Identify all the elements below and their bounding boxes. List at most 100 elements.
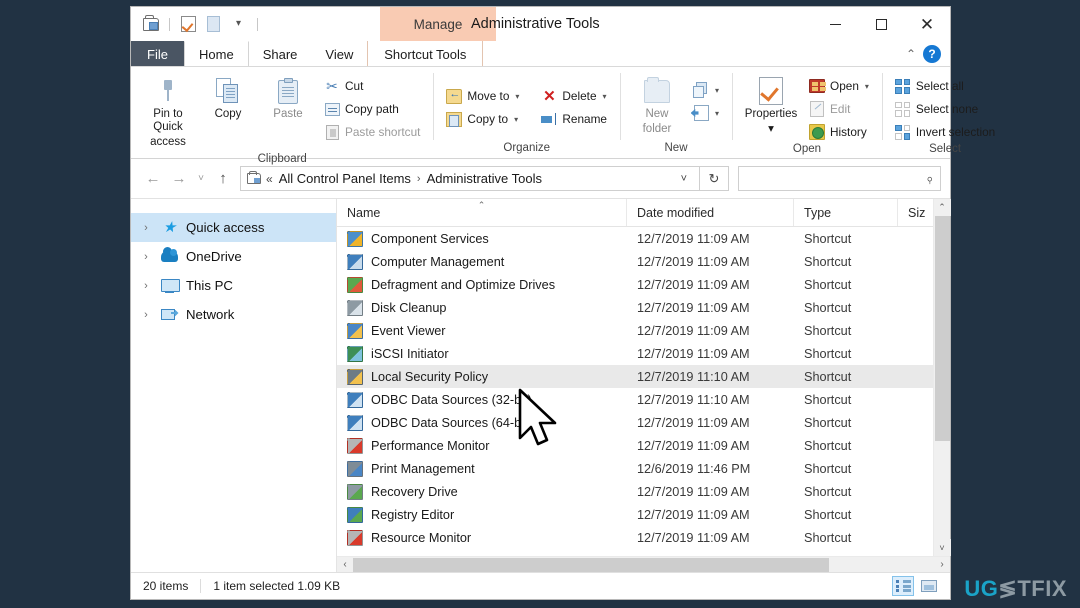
sidebar-item-quick-access[interactable]: › ★ Quick access	[131, 213, 336, 242]
breadcrumb-item-0[interactable]: All Control Panel Items	[275, 171, 415, 186]
move-to-dropdown-icon[interactable]: ▾	[515, 92, 519, 101]
recent-locations-button[interactable]: ˅	[192, 166, 210, 192]
refresh-button[interactable]: ↻	[700, 166, 729, 191]
easy-access-dropdown-icon[interactable]: ▾	[715, 109, 719, 118]
horizontal-scrollbar[interactable]: ‹ ›	[337, 556, 950, 572]
column-header-size[interactable]: Siz	[898, 199, 938, 226]
large-icons-view-button[interactable]	[918, 576, 940, 596]
tab-file[interactable]: File	[131, 41, 184, 67]
table-row[interactable]: Disk Cleanup 12/7/2019 11:09 AM Shortcut	[337, 296, 950, 319]
pin-icon	[159, 76, 177, 106]
table-row[interactable]: Registry Editor 12/7/2019 11:09 AM Shortcu…	[337, 503, 950, 526]
new-item-dropdown-icon[interactable]: ▾	[715, 86, 719, 95]
scroll-right-icon[interactable]: ›	[934, 557, 950, 573]
paste-button[interactable]: Paste	[259, 73, 317, 124]
scroll-left-icon[interactable]: ‹	[337, 557, 353, 573]
close-button[interactable]: ✕	[904, 7, 950, 41]
help-icon[interactable]: ?	[923, 45, 941, 63]
column-header-name[interactable]: ⌃ Name	[337, 199, 627, 226]
cell-type: Shortcut	[804, 277, 852, 292]
copy-to-button[interactable]: Copy to ▾	[441, 108, 524, 130]
horizontal-scroll-track[interactable]	[353, 557, 934, 573]
maximize-button[interactable]	[858, 7, 904, 41]
cut-button[interactable]: ✂ Cut	[319, 75, 425, 97]
sidebar-item-network[interactable]: › Network	[131, 300, 336, 329]
up-button[interactable]: ↑	[210, 166, 236, 192]
copy-path-button[interactable]: Copy path	[319, 98, 425, 120]
tab-view[interactable]: View	[311, 41, 367, 67]
expand-chevron-icon[interactable]: ›	[139, 280, 153, 292]
expand-chevron-icon[interactable]: ›	[139, 222, 153, 234]
main-content: › ★ Quick access › OneDrive › This PC › …	[131, 199, 951, 572]
tab-home[interactable]: Home	[184, 41, 249, 67]
horizontal-scroll-thumb[interactable]	[353, 557, 830, 572]
move-to-button[interactable]: Move to ▾	[441, 85, 524, 107]
back-button[interactable]: ←	[140, 166, 166, 192]
table-row[interactable]: Computer Management 12/7/2019 11:09 AM Sho…	[337, 250, 950, 273]
edit-icon	[809, 101, 825, 117]
breadcrumb-item-1[interactable]: Administrative Tools	[423, 171, 546, 186]
history-button[interactable]: History	[804, 121, 874, 143]
select-none-button[interactable]: Select none	[890, 98, 1000, 120]
table-row[interactable]: Event Viewer 12/7/2019 11:09 AM Shortcut	[337, 319, 950, 342]
copy-button[interactable]: Copy	[199, 73, 257, 124]
pin-to-quick-access-button[interactable]: Pin to Quick access	[139, 73, 197, 153]
breadcrumb[interactable]: « All Control Panel Items › Administrati…	[240, 166, 700, 191]
scroll-down-icon[interactable]: ˅	[933, 539, 951, 556]
edit-button[interactable]: Edit	[804, 98, 874, 120]
forward-button[interactable]: →	[166, 166, 192, 192]
search-input[interactable]	[746, 171, 926, 186]
breadcrumb-separator[interactable]: ›	[415, 173, 423, 185]
table-row[interactable]: Print Management 12/6/2019 11:46 PM Shortc…	[337, 457, 950, 480]
sidebar-item-onedrive[interactable]: › OneDrive	[131, 242, 336, 271]
vertical-scroll-thumb[interactable]	[934, 216, 950, 441]
copy-to-dropdown-icon[interactable]: ▾	[514, 115, 518, 124]
open-button[interactable]: Open ▾	[804, 75, 874, 97]
breadcrumb-overflow-icon[interactable]: «	[263, 172, 275, 186]
table-row[interactable]: ODBC Data Sources (64-bit) 12/7/2019 11:0…	[337, 411, 950, 434]
ribbon-group-open: Properties ▾ Open ▾ Edit History Open	[732, 67, 882, 158]
tab-shortcut-tools[interactable]: Shortcut Tools	[367, 41, 484, 67]
sidebar-item-this-pc[interactable]: › This PC	[131, 271, 336, 300]
new-item-button[interactable]: ▾	[688, 79, 724, 101]
table-row[interactable]: Defragment and Optimize Drives 12/7/2019 …	[337, 273, 950, 296]
table-row[interactable]: Component Services 12/7/2019 11:09 AM Shor…	[337, 227, 950, 250]
select-all-button[interactable]: Select all	[890, 75, 1000, 97]
table-row[interactable]: Recovery Drive 12/7/2019 11:09 AM Shortcut	[337, 480, 950, 503]
properties-dropdown-icon[interactable]: ▾	[768, 123, 774, 136]
table-row[interactable]: Performance Monitor 12/7/2019 11:09 AM Sho…	[337, 434, 950, 457]
new-folder-icon	[644, 76, 670, 106]
page-icon[interactable]	[204, 15, 223, 34]
easy-access-icon	[693, 105, 709, 121]
minimize-button[interactable]	[812, 7, 858, 41]
details-view-button[interactable]	[892, 576, 914, 596]
invert-selection-button[interactable]: Invert selection	[890, 121, 1000, 143]
delete-dropdown-icon[interactable]: ▾	[603, 92, 607, 101]
delete-button[interactable]: ✕ Delete ▾	[536, 85, 612, 107]
vertical-scrollbar[interactable]: ⌃ ˅	[933, 199, 951, 556]
properties-icon[interactable]	[141, 15, 160, 34]
vertical-scroll-track[interactable]	[934, 216, 951, 539]
collapse-ribbon-icon[interactable]: ⌃	[906, 47, 916, 61]
properties-button[interactable]: Properties ▾	[740, 73, 802, 139]
paste-shortcut-button[interactable]: Paste shortcut	[319, 121, 425, 143]
tab-share[interactable]: Share	[249, 41, 312, 67]
table-row[interactable]: Resource Monitor 12/7/2019 11:09 AM Shortc…	[337, 526, 950, 549]
expand-chevron-icon[interactable]: ›	[139, 309, 153, 321]
open-dropdown-icon[interactable]: ▾	[865, 82, 869, 91]
rename-button[interactable]: Rename	[536, 108, 612, 130]
column-header-type[interactable]: Type	[794, 199, 898, 226]
table-row[interactable]: Local Security Policy 12/7/2019 11:10 AM S…	[337, 365, 950, 388]
table-row[interactable]: iSCSI Initiator 12/7/2019 11:09 AM Shortcu…	[337, 342, 950, 365]
scroll-up-icon[interactable]: ⌃	[933, 199, 951, 216]
expand-chevron-icon[interactable]: ›	[139, 251, 153, 263]
search-box[interactable]: ⌕	[738, 166, 941, 191]
table-row[interactable]: ODBC Data Sources (32-bit) 12/7/2019 11:1…	[337, 388, 950, 411]
cell-type: Shortcut	[804, 438, 852, 453]
new-folder-button[interactable]: New folder	[628, 73, 686, 139]
chevron-down-icon[interactable]: ▾	[229, 15, 248, 34]
column-header-date-modified[interactable]: Date modified	[627, 199, 794, 226]
check-icon[interactable]	[179, 15, 198, 34]
breadcrumb-dropdown-icon[interactable]: ˅	[673, 173, 695, 185]
easy-access-button[interactable]: ▾	[688, 102, 724, 124]
